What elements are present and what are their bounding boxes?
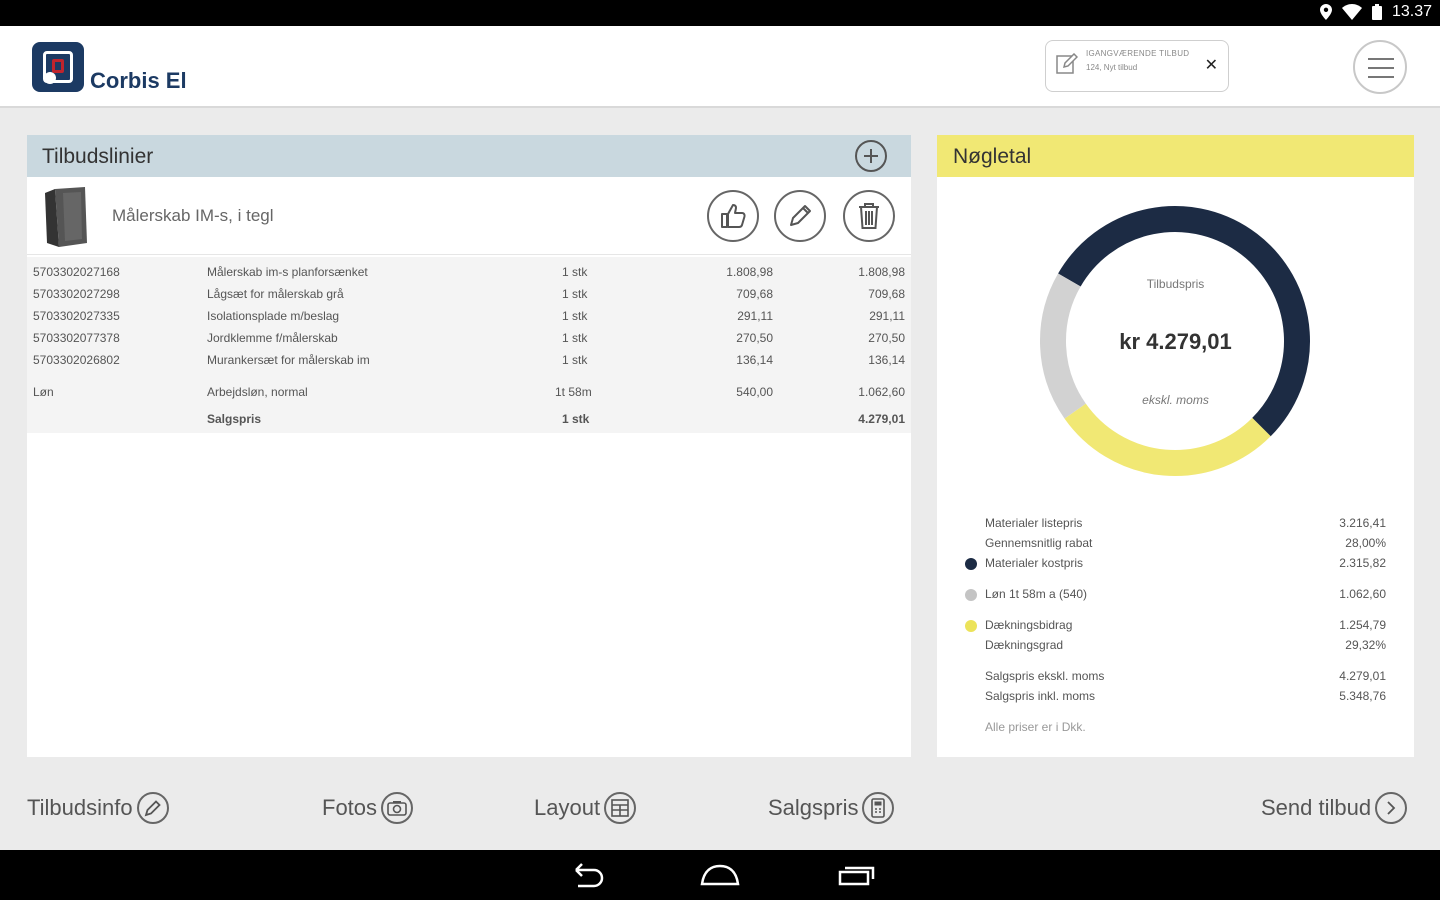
- donut-label: Tilbudspris: [1146, 277, 1205, 291]
- stat-sales-excl: Salgspris ekskl. moms 4.279,01: [985, 669, 1386, 683]
- sales-price-button[interactable]: Salgspris: [768, 792, 895, 824]
- offer-lines-header: Tilbudslinier: [27, 135, 911, 177]
- offer-lines-title: Tilbudslinier: [42, 145, 154, 168]
- approve-button[interactable]: [707, 190, 759, 242]
- table-row[interactable]: 5703302026802 Murankersæt for målerskab …: [27, 349, 911, 369]
- stat-sales-incl: Salgspris inkl. moms 5.348,76: [985, 689, 1386, 703]
- donut-segment: [1064, 403, 1271, 476]
- wifi-icon: [1341, 4, 1362, 20]
- hamburger-icon: [1368, 58, 1394, 60]
- layout-icon: [604, 792, 637, 824]
- current-offer-label: IGANGVÆRENDE TILBUD: [1086, 49, 1190, 58]
- pencil-icon: [136, 792, 169, 824]
- home-icon[interactable]: [698, 862, 742, 888]
- product-image: [45, 187, 87, 247]
- sales-price-row: Salgspris 1 stk 4.279,01: [207, 412, 905, 426]
- donut-value: kr 4.279,01: [1119, 329, 1232, 354]
- delete-line-button[interactable]: [843, 190, 895, 242]
- legend-dot: [965, 558, 977, 570]
- add-line-button[interactable]: [855, 140, 887, 172]
- calculator-icon: [862, 792, 895, 824]
- app-header: Corbis El IGANGVÆRENDE TILBUD 124, Nyt t…: [0, 26, 1440, 108]
- camera-icon: [381, 792, 414, 824]
- table-row[interactable]: 5703302027168 Målerskab im-s planforsænk…: [27, 261, 911, 281]
- trash-icon: [859, 203, 879, 229]
- battery-icon: [1371, 4, 1382, 20]
- offer-lines-panel: Tilbudslinier Målerskab IM-s, i tegl 570…: [27, 135, 911, 757]
- product-row[interactable]: Målerskab IM-s, i tegl: [27, 177, 911, 255]
- menu-button[interactable]: [1353, 40, 1407, 94]
- thumbs-up-icon: [721, 204, 746, 228]
- location-icon: [1319, 4, 1332, 20]
- status-bar: 13.37: [0, 0, 1440, 26]
- table-row[interactable]: 5703302027335 Isolationsplade m/beslag 1…: [27, 305, 911, 325]
- edit-note-icon: [1056, 53, 1078, 74]
- photos-button[interactable]: Fotos: [322, 792, 414, 824]
- donut-note: ekskl. moms: [1142, 393, 1209, 407]
- offer-info-button[interactable]: Tilbudsinfo: [27, 792, 169, 824]
- labor-row[interactable]: Løn Arbejdsløn, normal 1t 58m 540,00 1.0…: [27, 381, 911, 401]
- current-offer-name: 124, Nyt tilbud: [1086, 63, 1138, 72]
- pencil-icon: [790, 205, 811, 226]
- stat-contribution: Dækningsbidrag 1.254,79: [937, 615, 1414, 635]
- stat-coverage: Dækningsgrad 29,32%: [985, 638, 1386, 652]
- app-logo-icon: [32, 42, 84, 92]
- product-name: Målerskab IM-s, i tegl: [112, 206, 274, 225]
- stat-labor: Løn 1t 58m a (540) 1.062,60: [937, 584, 1414, 604]
- edit-line-button[interactable]: [774, 190, 826, 242]
- offer-line-items: 5703302027168 Målerskab im-s planforsænk…: [27, 257, 911, 433]
- app-title: Corbis El: [90, 68, 187, 93]
- current-offer-chip[interactable]: IGANGVÆRENDE TILBUD 124, Nyt tilbud ✕: [1045, 40, 1229, 92]
- currency-note: Alle priser er i Dkk.: [985, 720, 1086, 734]
- clock: 13.37: [1391, 3, 1432, 20]
- legend-dot: [965, 620, 977, 632]
- table-row[interactable]: 5703302027298 Lågsæt for målerskab grå 1…: [27, 283, 911, 303]
- key-figures-panel: Nøgletal Tilbudspris kr 4.279,01 ekskl. …: [937, 135, 1414, 757]
- legend-dot: [965, 589, 977, 601]
- system-nav-bar: [0, 850, 1440, 900]
- chevron-right-icon: [1375, 792, 1408, 824]
- bottom-toolbar: Tilbudsinfo Fotos Layout Salgspris Send …: [0, 770, 1440, 850]
- close-icon[interactable]: ✕: [1205, 55, 1218, 75]
- send-offer-button[interactable]: Send tilbud: [1261, 792, 1408, 824]
- stat-cost-price: Materialer kostpris 2.315,82: [937, 553, 1414, 573]
- layout-button[interactable]: Layout: [534, 792, 637, 824]
- stat-avg-discount: Gennemsnitlig rabat 28,00%: [985, 536, 1386, 550]
- recent-apps-icon[interactable]: [836, 862, 876, 888]
- price-donut-chart: [1040, 206, 1310, 476]
- back-icon[interactable]: [566, 862, 606, 888]
- table-row[interactable]: 5703302077378 Jordklemme f/målerskab 1 s…: [27, 327, 911, 347]
- stat-list-price: Materialer listepris 3.216,41: [985, 516, 1386, 530]
